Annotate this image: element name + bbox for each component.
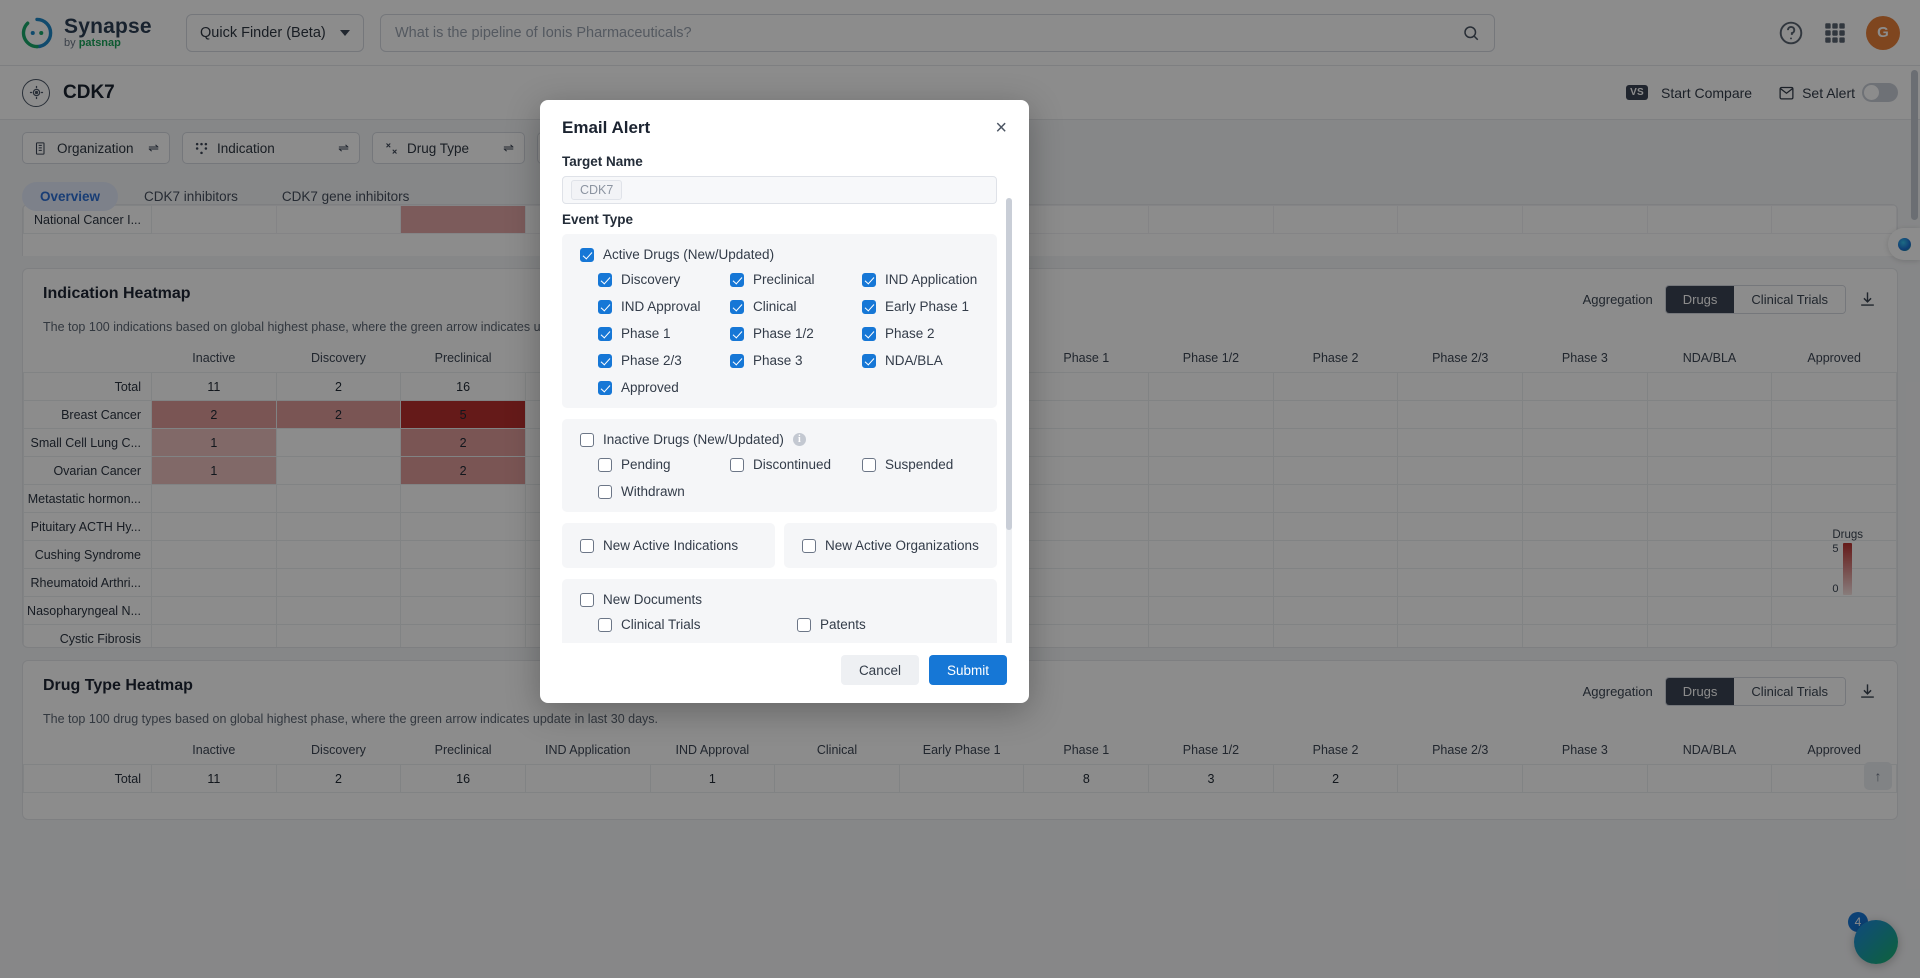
- checkbox-icon[interactable]: [862, 353, 876, 368]
- dialog-body: Target Name CDK7 Event Type Active Drugs…: [540, 146, 1029, 643]
- checkbox-icon[interactable]: [598, 353, 612, 368]
- new-active-indications-group: New Active Indications: [562, 523, 775, 568]
- active-drugs-parent-checkbox[interactable]: Active Drugs (New/Updated): [580, 247, 979, 262]
- option-label: Approved: [621, 380, 679, 395]
- checkbox-icon[interactable]: [598, 299, 612, 314]
- inactive-drugs-parent-checkbox[interactable]: Inactive Drugs (New/Updated) i: [580, 432, 979, 447]
- option-label: Withdrawn: [621, 484, 685, 499]
- inactive-drugs-label: Inactive Drugs (New/Updated): [603, 432, 784, 447]
- active-drugs-options: Discovery Preclinical IND Application IN…: [580, 272, 979, 395]
- option-label: Pending: [621, 457, 671, 472]
- option-label: Phase 3: [753, 353, 803, 368]
- checkbox-icon[interactable]: [580, 592, 594, 607]
- dialog-scroll-area: Target Name CDK7 Event Type Active Drugs…: [562, 146, 1007, 643]
- option-phase-2-3[interactable]: Phase 2/3: [598, 353, 730, 368]
- new-active-organizations-checkbox[interactable]: New Active Organizations: [802, 538, 979, 553]
- new-documents-parent-checkbox[interactable]: New Documents: [580, 592, 979, 607]
- option-label: New Active Indications: [603, 538, 739, 553]
- checkbox-icon[interactable]: [862, 457, 876, 472]
- checkbox-icon[interactable]: [730, 353, 744, 368]
- option-nda-bla[interactable]: NDA/BLA: [862, 353, 979, 368]
- checkbox-icon[interactable]: [730, 299, 744, 314]
- option-label: Early Phase 1: [885, 299, 970, 314]
- checkbox-icon[interactable]: [598, 380, 612, 395]
- app-root: Synapse by patsnap Quick Finder (Beta) W…: [0, 0, 1920, 978]
- option-discovery[interactable]: Discovery: [598, 272, 730, 287]
- checkbox-icon[interactable]: [862, 272, 876, 287]
- checkbox-icon[interactable]: [730, 326, 744, 341]
- active-drugs-group: Active Drugs (New/Updated) Discovery Pre…: [562, 234, 997, 408]
- option-label: Phase 1: [621, 326, 671, 341]
- option-phase-2[interactable]: Phase 2: [862, 326, 979, 341]
- option-ind-approval[interactable]: IND Approval: [598, 299, 730, 314]
- checkbox-icon[interactable]: [862, 299, 876, 314]
- checkbox-icon[interactable]: [730, 457, 744, 472]
- dialog-header: Email Alert ×: [540, 100, 1029, 146]
- option-label: Clinical: [753, 299, 797, 314]
- inactive-drugs-group: Inactive Drugs (New/Updated) i Pending D…: [562, 419, 997, 512]
- event-type-label: Event Type: [562, 212, 634, 227]
- new-documents-options: Clinical Trials Patents: [580, 617, 979, 643]
- option-label: Phase 2/3: [621, 353, 682, 368]
- checkbox-icon[interactable]: [580, 247, 594, 262]
- dialog-footer: Cancel Submit: [540, 643, 1029, 703]
- target-name-tag: CDK7: [571, 180, 623, 200]
- checkbox-icon[interactable]: [730, 272, 744, 287]
- option-approved[interactable]: Approved: [598, 380, 730, 395]
- inactive-drugs-options: Pending Discontinued Suspended Withdrawn: [580, 457, 979, 499]
- submit-button[interactable]: Submit: [928, 655, 1007, 685]
- option-discontinued[interactable]: Discontinued: [730, 457, 862, 472]
- option-preclinical[interactable]: Preclinical: [730, 272, 862, 287]
- target-name-field[interactable]: CDK7: [562, 176, 997, 204]
- checkbox-icon[interactable]: [598, 484, 612, 499]
- option-label: Patents: [820, 617, 866, 632]
- option-label: IND Application: [885, 272, 978, 287]
- checkbox-icon[interactable]: [598, 272, 612, 287]
- checkbox-icon[interactable]: [598, 617, 612, 632]
- option-label: IND Approval: [621, 299, 701, 314]
- option-phase-3[interactable]: Phase 3: [730, 353, 862, 368]
- checkbox-icon[interactable]: [797, 617, 811, 632]
- checkbox-icon[interactable]: [598, 326, 612, 341]
- new-documents-label: New Documents: [603, 592, 703, 607]
- checkbox-icon[interactable]: [580, 538, 594, 553]
- option-phase-1[interactable]: Phase 1: [598, 326, 730, 341]
- checkbox-icon[interactable]: [862, 326, 876, 341]
- email-alert-dialog: Email Alert × Target Name CDK7 Event Typ…: [540, 100, 1029, 703]
- option-phase-1-2[interactable]: Phase 1/2: [730, 326, 862, 341]
- option-withdrawn[interactable]: Withdrawn: [598, 484, 730, 499]
- checkbox-icon[interactable]: [802, 538, 816, 553]
- option-clinical-trials[interactable]: Clinical Trials: [598, 617, 797, 632]
- option-label: Discovery: [621, 272, 681, 287]
- option-pending[interactable]: Pending: [598, 457, 730, 472]
- dialog-scrollbar[interactable]: [1006, 198, 1012, 530]
- close-icon[interactable]: ×: [995, 118, 1007, 138]
- option-label: New Active Organizations: [825, 538, 979, 553]
- new-entities-row: New Active Indications New Active Organi…: [562, 523, 997, 568]
- option-patents[interactable]: Patents: [797, 617, 979, 632]
- option-label: Discontinued: [753, 457, 832, 472]
- option-suspended[interactable]: Suspended: [862, 457, 979, 472]
- new-active-indications-checkbox[interactable]: New Active Indications: [580, 538, 757, 553]
- new-active-organizations-group: New Active Organizations: [784, 523, 997, 568]
- option-label: Phase 2: [885, 326, 935, 341]
- cancel-button[interactable]: Cancel: [840, 655, 919, 685]
- option-label: Preclinical: [753, 272, 815, 287]
- option-label: NDA/BLA: [885, 353, 943, 368]
- active-drugs-label: Active Drugs (New/Updated): [603, 247, 775, 262]
- option-early-phase-1[interactable]: Early Phase 1: [862, 299, 979, 314]
- option-label: Suspended: [885, 457, 954, 472]
- option-ind-application[interactable]: IND Application: [862, 272, 979, 287]
- new-documents-group: New Documents Clinical Trials Patents: [562, 579, 997, 643]
- option-label: Phase 1/2: [753, 326, 814, 341]
- option-clinical[interactable]: Clinical: [730, 299, 862, 314]
- checkbox-icon[interactable]: [580, 432, 594, 447]
- dialog-title: Email Alert: [562, 118, 651, 137]
- option-label: Clinical Trials: [621, 617, 701, 632]
- target-name-label: Target Name: [562, 154, 643, 169]
- info-icon[interactable]: i: [792, 433, 806, 446]
- checkbox-icon[interactable]: [598, 457, 612, 472]
